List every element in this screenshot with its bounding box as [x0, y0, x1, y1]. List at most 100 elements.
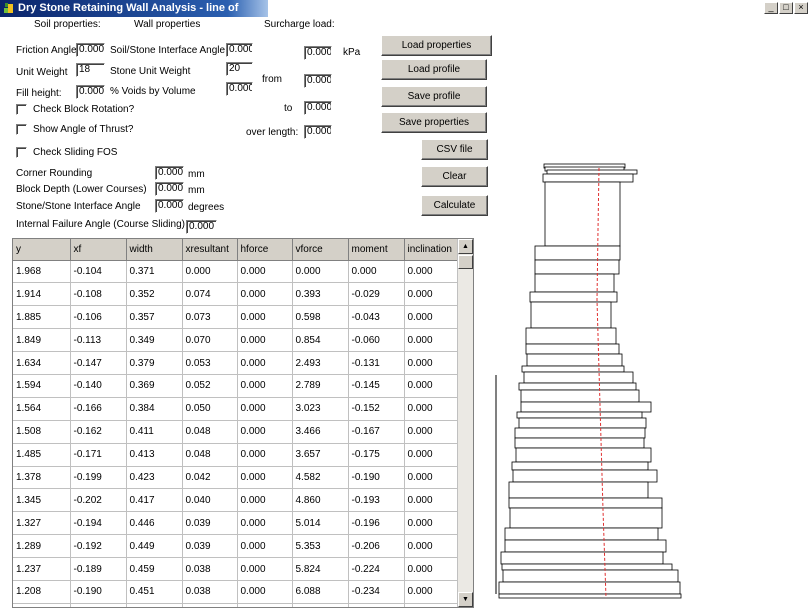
table-cell-vforce[interactable]: 3.023	[292, 397, 349, 421]
vertical-scrollbar[interactable]: ▲ ▼	[457, 239, 473, 607]
table-cell-width[interactable]: 0.371	[126, 260, 183, 284]
table-cell-xresultant[interactable]: 0.050	[182, 397, 238, 421]
unit-weight-input[interactable]: 18	[76, 63, 105, 77]
table-cell-y[interactable]: 1.849	[13, 328, 71, 353]
table-cell-y[interactable]: 1.237	[13, 557, 71, 581]
table-cell-y[interactable]: 1.345	[13, 488, 71, 513]
table-cell-y[interactable]: 1.485	[13, 443, 71, 467]
block-depth-input[interactable]: 0.000	[155, 182, 184, 196]
column-header-moment[interactable]: moment	[348, 239, 405, 261]
table-cell-moment[interactable]: -0.175	[348, 443, 405, 467]
table-cell-vforce[interactable]: 5.824	[292, 557, 349, 581]
sliding-fos-checkbox[interactable]	[16, 147, 27, 158]
table-cell-xf[interactable]: -0.140	[70, 374, 127, 398]
table-cell-xf[interactable]: -0.171	[70, 443, 127, 467]
table-cell-vforce[interactable]: 6.088	[292, 580, 349, 604]
check-block-rotation[interactable]: Check Block Rotation?	[16, 104, 134, 115]
table-cell-xf[interactable]: -0.113	[70, 328, 127, 353]
table-cell-width[interactable]: 0.384	[126, 397, 183, 421]
table-cell-vforce[interactable]: 5.014	[292, 511, 349, 536]
title-strip[interactable]: Dry Stone Retaining Wall Analysis - line…	[0, 0, 268, 31]
table-cell-width[interactable]: 0.451	[126, 580, 183, 604]
table-row[interactable]: 1.594 -0.140 0.369 0.052 0.000 2.789 -0.145 0.0…	[13, 374, 459, 398]
table-cell-vforce[interactable]: 3.466	[292, 420, 349, 444]
over-length-input[interactable]: 0.000	[304, 125, 332, 139]
table-cell-width[interactable]: 0.423	[126, 466, 183, 490]
table-cell-xf[interactable]: -0.194	[70, 511, 127, 536]
scroll-thumb[interactable]	[458, 255, 473, 269]
table-cell-hforce[interactable]: 0.000	[237, 397, 293, 421]
table-row[interactable]: 1.508 -0.162 0.411 0.048 0.000 3.466 -0.167 0.0…	[13, 420, 459, 444]
table-cell-hforce[interactable]: 0.000	[237, 511, 293, 536]
table-cell-y[interactable]: 1.594	[13, 374, 71, 398]
table-cell-vforce[interactable]: 0.854	[292, 328, 349, 353]
table-row[interactable]: 1.914 -0.108 0.352 0.074 0.000 0.393 -0.029 0.0…	[13, 282, 459, 307]
table-cell-vforce[interactable]: 2.789	[292, 374, 349, 398]
table-row[interactable]: 1.289 -0.192 0.449 0.039 0.000 5.353 -0.206 0.0…	[13, 534, 459, 559]
table-cell-moment[interactable]: -0.190	[348, 466, 405, 490]
close-button[interactable]: ×	[794, 2, 808, 14]
save-profile-button[interactable]: Save profile	[381, 86, 487, 107]
table-row[interactable]: 1.208 -0.190 0.451 0.038 0.000 6.088 -0.234 0.0…	[13, 580, 459, 604]
table-cell-width[interactable]: 0.379	[126, 351, 183, 375]
table-cell-xf[interactable]: -0.106	[70, 305, 127, 330]
stone-interface-input[interactable]: 0.000	[155, 199, 184, 213]
save-properties-button[interactable]: Save properties	[381, 112, 487, 133]
table-cell-moment[interactable]: -0.193	[348, 488, 405, 513]
table-cell-moment[interactable]: -0.145	[348, 374, 405, 398]
table-cell-inclination[interactable]: 0.000	[404, 466, 459, 490]
table-cell-y[interactable]: 1.914	[13, 282, 71, 307]
table-cell-xresultant[interactable]: 0.038	[182, 557, 238, 581]
table-cell-moment[interactable]: -0.234	[348, 580, 405, 604]
table-cell-inclination[interactable]: 0.000	[404, 260, 459, 284]
stone-unit-weight-input[interactable]: 20	[226, 62, 253, 76]
table-cell-hforce[interactable]: 0.000	[237, 282, 293, 307]
from-input[interactable]: 0.000	[304, 74, 332, 88]
table-cell-vforce[interactable]: 4.582	[292, 466, 349, 490]
table-cell-moment[interactable]: -0.043	[348, 305, 405, 330]
table-cell-moment[interactable]: -0.152	[348, 397, 405, 421]
table-row[interactable]: 1.885 -0.106 0.357 0.073 0.000 0.598 -0.043 0.0…	[13, 305, 459, 330]
column-header-y[interactable]: y	[13, 239, 71, 261]
table-cell-vforce[interactable]: 0.000	[292, 260, 349, 284]
block-rotation-checkbox[interactable]	[16, 104, 27, 115]
table-cell-y[interactable]: 1.166	[13, 603, 71, 607]
table-cell-vforce[interactable]: 2.493	[292, 351, 349, 375]
table-cell-xresultant[interactable]: 0.052	[182, 374, 238, 398]
table-cell-width[interactable]: 0.411	[126, 420, 183, 444]
corner-rounding-input[interactable]: 0.000	[155, 166, 184, 180]
table-row[interactable]: 1.485 -0.171 0.413 0.048 0.000 3.657 -0.175 0.0…	[13, 443, 459, 467]
table-cell-moment[interactable]: -0.060	[348, 328, 405, 353]
table-cell-inclination[interactable]: 0.000	[404, 305, 459, 330]
maximize-button[interactable]: □	[779, 2, 793, 14]
voids-input[interactable]: 0.000	[226, 82, 253, 96]
results-grid[interactable]: y xf width xresultant hforce vforce moment incl…	[12, 238, 474, 608]
table-cell-width[interactable]: 0.369	[126, 374, 183, 398]
table-cell-hforce[interactable]: 0.000	[237, 534, 293, 559]
table-cell-y[interactable]: 1.634	[13, 351, 71, 375]
angle-of-thrust-checkbox[interactable]	[16, 124, 27, 135]
table-cell-xf[interactable]: -0.189	[70, 557, 127, 581]
scroll-up-icon[interactable]: ▲	[458, 239, 473, 254]
table-row[interactable]: 1.327 -0.194 0.446 0.039 0.000 5.014 -0.196 0.0…	[13, 511, 459, 536]
table-cell-moment[interactable]: -0.196	[348, 511, 405, 536]
table-cell-hforce[interactable]: 0.000	[237, 420, 293, 444]
table-cell-xf[interactable]: -0.199	[70, 466, 127, 490]
table-cell-moment[interactable]: -0.167	[348, 420, 405, 444]
table-cell-hforce[interactable]: 0.000	[237, 305, 293, 330]
table-cell-xresultant[interactable]: 0.070	[182, 328, 238, 353]
interface-angle-input[interactable]: 0.000	[226, 43, 253, 57]
table-cell-inclination[interactable]: 0.000	[404, 282, 459, 307]
table-cell-inclination[interactable]: 0.000	[404, 397, 459, 421]
table-cell-moment[interactable]: 0.000	[348, 260, 405, 284]
table-cell-inclination[interactable]: 0.000	[404, 374, 459, 398]
table-cell-xresultant[interactable]: 0.073	[182, 305, 238, 330]
table-cell-inclination[interactable]: 0.000	[404, 328, 459, 353]
table-cell-width[interactable]: 0.446	[126, 511, 183, 536]
table-cell-y[interactable]: 1.208	[13, 580, 71, 604]
table-cell-xresultant[interactable]: 0.042	[182, 466, 238, 490]
load-properties-button[interactable]: Load properties	[381, 35, 492, 56]
table-cell-width[interactable]: 0.357	[126, 305, 183, 330]
table-cell-inclination[interactable]: 0.000	[404, 443, 459, 467]
column-header-inclination[interactable]: inclination	[404, 239, 459, 261]
